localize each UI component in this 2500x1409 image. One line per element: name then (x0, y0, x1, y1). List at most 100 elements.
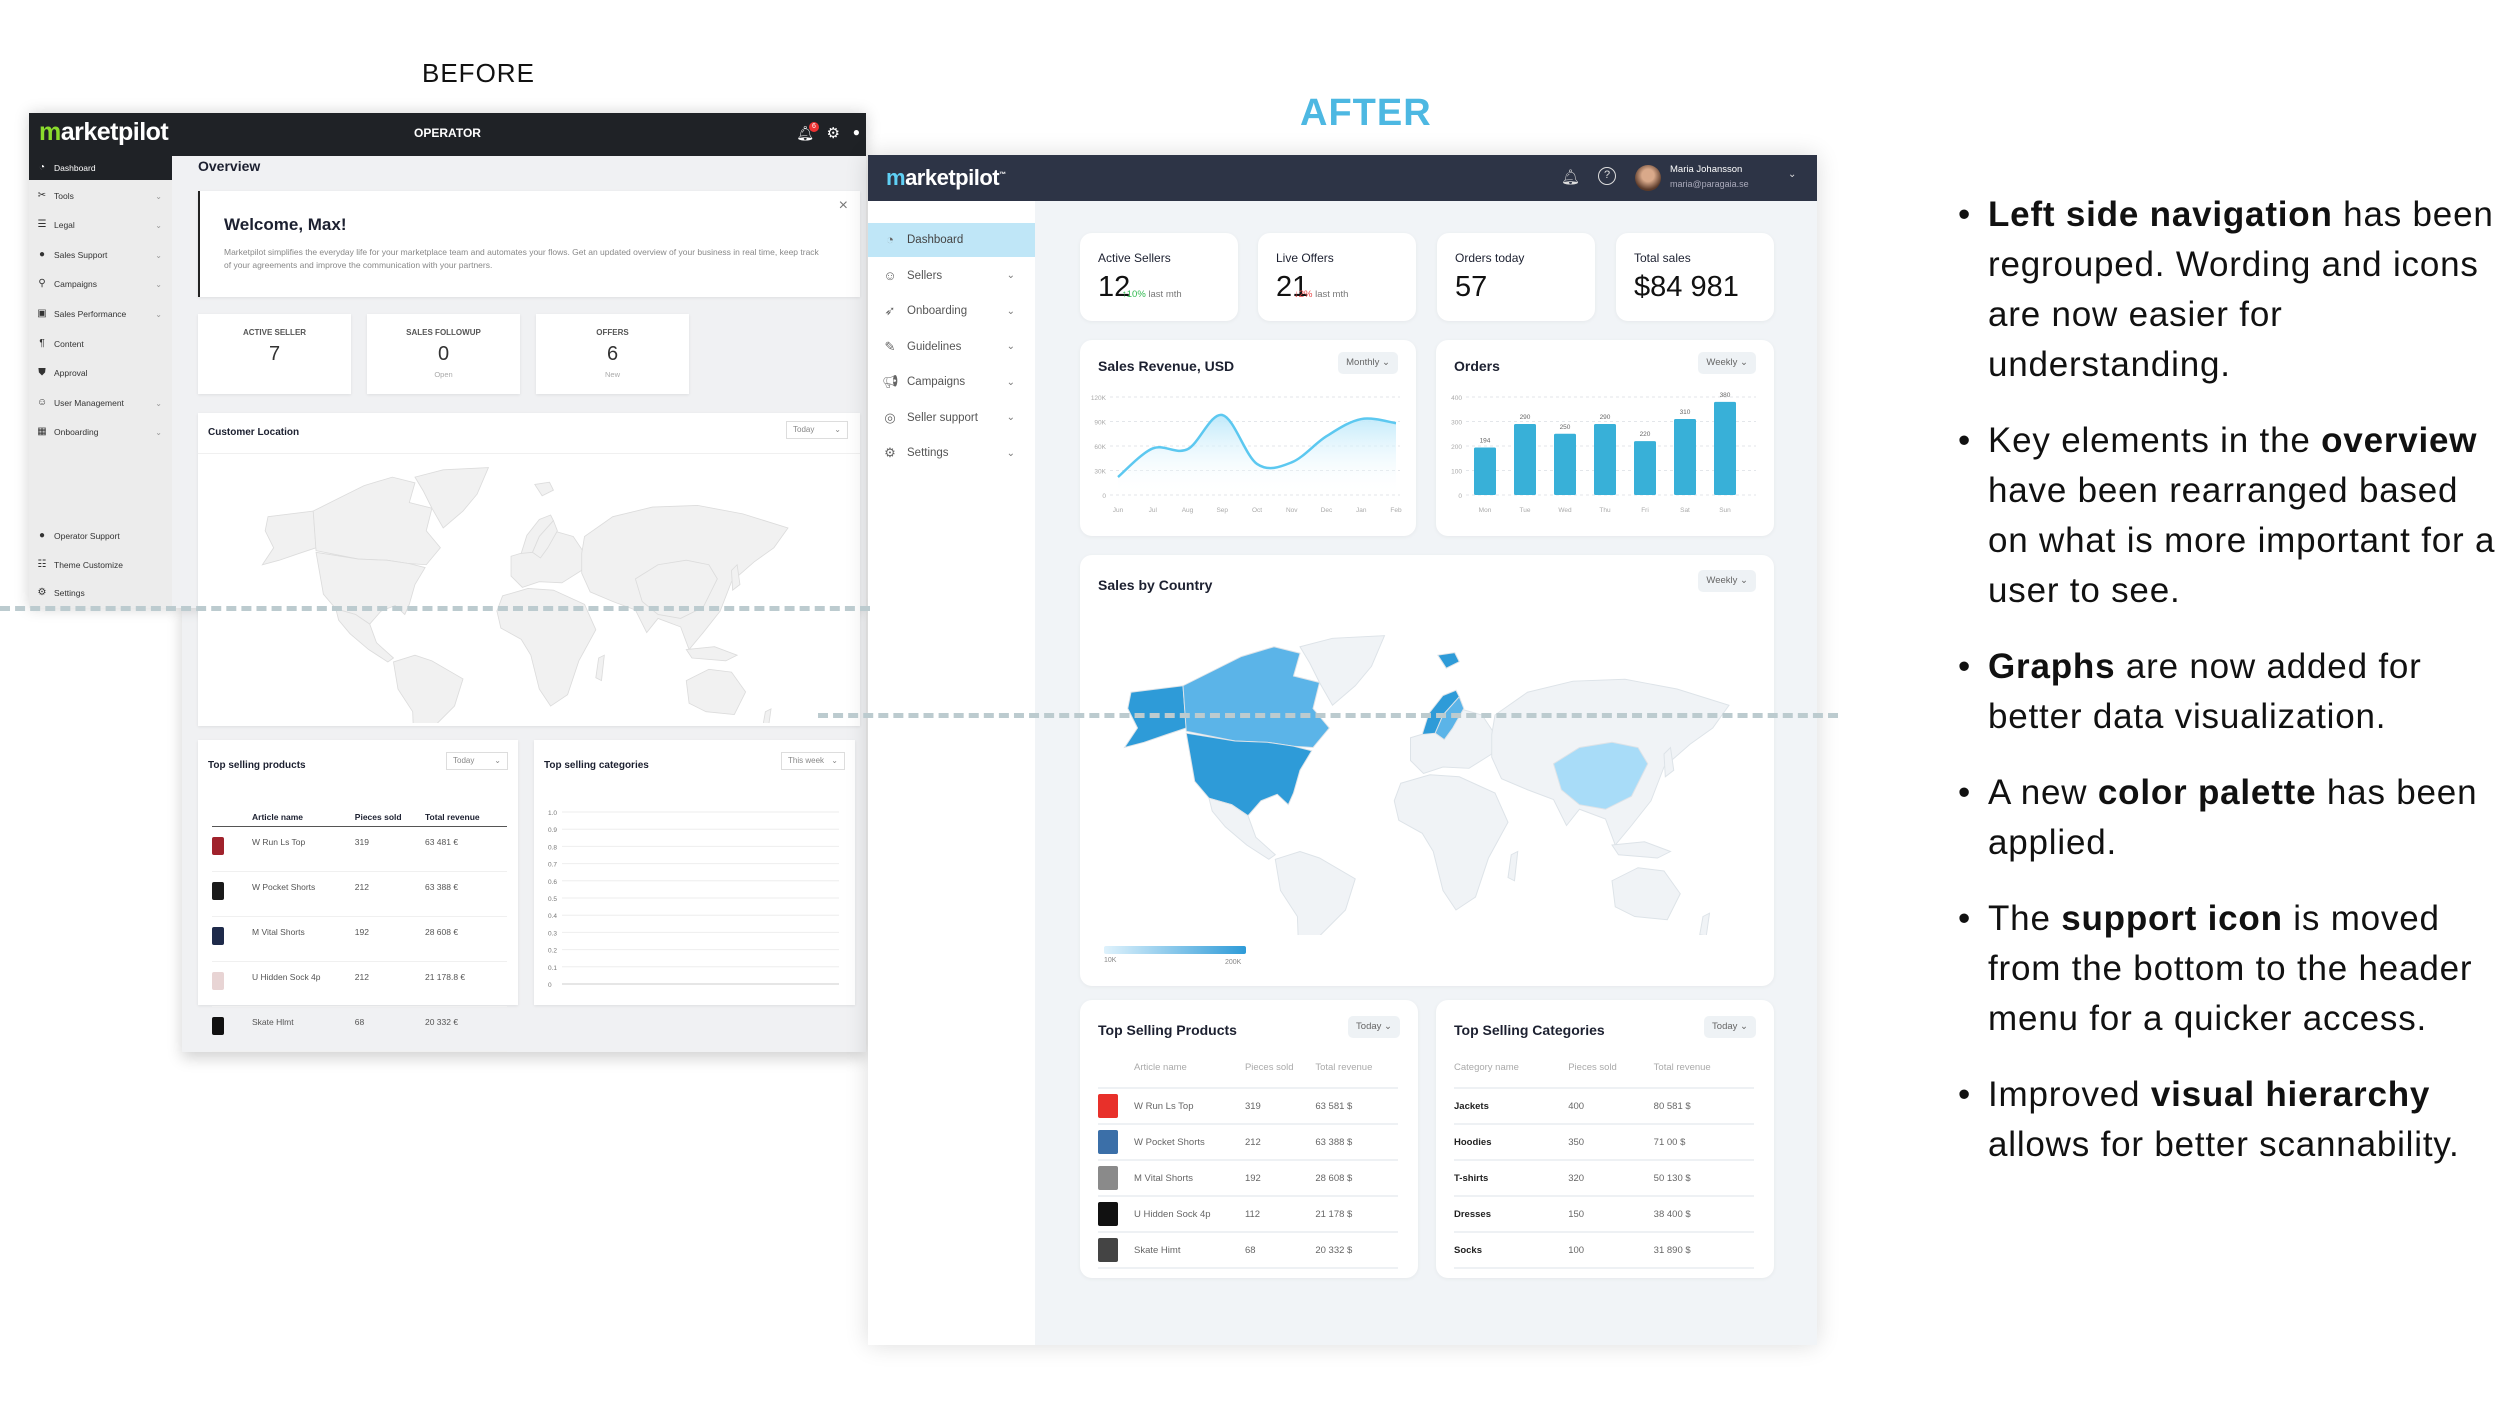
sidebar-item-sellers[interactable]: ☺ Sellers ⌄ (868, 259, 1035, 293)
sales-by-country-map[interactable] (1105, 625, 1755, 935)
sidebar-item-tools[interactable]: ✂ Tools ⌄ (29, 184, 172, 208)
data-point[interactable] (1252, 459, 1262, 469)
bar[interactable] (1594, 423, 1616, 495)
period-dropdown[interactable]: Today ⌄ (1704, 1016, 1756, 1038)
cell: 38 400 $ (1653, 1196, 1754, 1233)
bar[interactable] (1514, 423, 1536, 495)
map-region-australia[interactable] (1611, 867, 1681, 921)
period-dropdown[interactable]: Today ⌄ (1348, 1016, 1400, 1038)
map-region-indo[interactable] (1611, 841, 1672, 859)
table-row[interactable]: Socks 100 31 890 $ (1454, 1232, 1754, 1269)
cell: 212 (1244, 1124, 1316, 1161)
table-row[interactable]: W Pocket Shorts 212 63 388 € (212, 871, 507, 917)
sidebar-item-dashboard[interactable]: ◔ Dashboard (29, 156, 172, 180)
sidebar-item-campaigns[interactable]: 📢︎ Campaigns ⌄ (868, 365, 1035, 399)
card-title: Top selling products (208, 760, 306, 771)
bar-value-label: 220 (1640, 431, 1651, 438)
data-point[interactable] (1148, 443, 1158, 453)
data-point[interactable] (1113, 472, 1123, 482)
kpi-title: Total sales (1634, 251, 1691, 265)
table-row[interactable]: Hoodies 350 71 00 $ (1454, 1124, 1754, 1161)
sidebar-item-guidelines[interactable]: ✎ Guidelines ⌄ (868, 330, 1035, 364)
sidebar-item-settings[interactable]: ⚙ Settings (29, 581, 172, 605)
table-row[interactable]: M Vital Shorts 192 28 608 € (212, 916, 507, 962)
data-point[interactable] (1287, 457, 1297, 467)
sidebar-item-sales-support[interactable]: ● Sales Support ⌄ (29, 243, 172, 267)
sidebar-item-user-management[interactable]: ☺ User Management ⌄ (29, 391, 172, 415)
stat-sub: New (604, 370, 620, 379)
bar-value-label: 290 (1600, 414, 1611, 421)
data-point[interactable] (1217, 410, 1227, 420)
table-row[interactable]: Dresses 150 38 400 $ (1454, 1196, 1754, 1233)
map-region-australia (685, 668, 747, 715)
date-filter-dropdown[interactable]: This week ⌄ (781, 752, 845, 770)
table-row[interactable]: U Hidden Sock 4p 212 21 178.8 € (212, 961, 507, 1007)
sidebar-item-onboarding[interactable]: ➶ Onboarding ⌄ (868, 294, 1035, 328)
bar[interactable] (1674, 419, 1696, 495)
sidebar-item-dashboard[interactable]: ◔ Dashboard (868, 223, 1035, 257)
period-dropdown[interactable]: Weekly ⌄ (1698, 352, 1756, 374)
data-point[interactable] (1322, 431, 1332, 441)
cell: Skate Hlmt (252, 1006, 355, 1052)
user-icon[interactable]: ● (853, 125, 860, 139)
sidebar-item-approval[interactable]: ⛊ Approval (29, 361, 172, 385)
card-title: Sales Revenue, USD (1098, 358, 1235, 374)
bullet-emphasis: visual hierarchy (2150, 1075, 2431, 1114)
bell-icon[interactable]: 🔔︎ 6 (796, 122, 819, 142)
data-point[interactable] (1183, 444, 1193, 454)
data-point[interactable] (1356, 414, 1366, 424)
sidebar-item-settings[interactable]: ⚙ Settings ⌄ (868, 436, 1035, 470)
sidebar-item-campaigns[interactable]: ⚲ Campaigns ⌄ (29, 272, 172, 296)
table-row[interactable]: Jackets 400 80 581 $ (1454, 1088, 1754, 1125)
y-tick-label: 0.3 (548, 930, 557, 937)
period-dropdown[interactable]: Weekly ⌄ (1698, 570, 1756, 592)
period-dropdown[interactable]: Monthly ⌄ (1338, 352, 1398, 374)
map-region-canada[interactable] (1182, 646, 1330, 749)
welcome-text: Marketpilot simplifies the everyday life… (224, 247, 819, 270)
sidebar-item-content[interactable]: ¶ Content (29, 332, 172, 356)
close-icon[interactable]: × (839, 197, 848, 215)
map-region-nz[interactable] (1699, 912, 1711, 935)
date-filter-dropdown[interactable]: Today ⌄ (786, 421, 848, 439)
date-filter-dropdown[interactable]: Today ⌄ (446, 752, 508, 770)
table-row[interactable]: Skate Himt 68 20 332 $ (1098, 1232, 1398, 1269)
bar[interactable] (1714, 401, 1736, 495)
bell-icon[interactable]: 🔔︎ (1561, 168, 1580, 186)
table-row[interactable]: W Run Ls Top 319 63 581 $ (1098, 1088, 1398, 1125)
map-region-samerica[interactable] (1274, 850, 1356, 936)
table-row[interactable]: W Pocket Shorts 212 63 388 $ (1098, 1124, 1398, 1161)
table-row[interactable]: U Hidden Sock 4p 112 21 178 $ (1098, 1196, 1398, 1233)
y-tick-label: 120K (1091, 395, 1107, 402)
map-region-madagascar[interactable] (1507, 850, 1519, 882)
top-selling-products-card: Top selling products Today ⌄ Article name… (198, 740, 518, 1052)
column-header: Pieces sold (1244, 1056, 1316, 1089)
bar[interactable] (1474, 447, 1496, 495)
sidebar-item-theme-customize[interactable]: ☷ Theme Customize (29, 553, 172, 577)
table-row[interactable]: Skate Hlmt 68 20 332 € (212, 1006, 507, 1052)
cell: 112 (1244, 1196, 1316, 1233)
cell: 100 (1568, 1232, 1654, 1269)
x-tick-label: Oct (1252, 507, 1262, 514)
sidebar-item-onboarding[interactable]: ▦ Onboarding ⌄ (29, 420, 172, 444)
gear-icon[interactable]: ⚙ (827, 124, 840, 142)
chevron-down-icon[interactable]: ⌄ (1788, 169, 1796, 180)
sidebar-item-sales-performance[interactable]: ▣ Sales Performance ⌄ (29, 302, 172, 326)
table-row[interactable]: M Vital Shorts 192 28 608 $ (1098, 1160, 1398, 1197)
map-region-svalbard[interactable] (1436, 652, 1460, 669)
bar[interactable] (1634, 441, 1656, 495)
products-table: Article name Pieces sold Total revenue W Ru… (1098, 1056, 1398, 1269)
users-icon: ☺ (883, 267, 897, 283)
table-row[interactable]: T-shirts 320 50 130 $ (1454, 1160, 1754, 1197)
bar[interactable] (1554, 433, 1576, 495)
table-row[interactable]: W Run Ls Top 319 63 481 € (212, 826, 507, 872)
cell: 150 (1568, 1196, 1654, 1233)
help-support-icon[interactable]: ? (1598, 167, 1616, 185)
avatar[interactable] (1635, 165, 1661, 191)
map-region-africa[interactable] (1393, 774, 1509, 911)
cell: 68 (1244, 1232, 1316, 1269)
sidebar-item-seller-support[interactable]: ◎ Seller support ⌄ (868, 401, 1035, 435)
sidebar-item-legal[interactable]: ☰ Legal ⌄ (29, 213, 172, 237)
chevron-down-icon: ⌄ (1006, 412, 1015, 423)
data-point[interactable] (1391, 418, 1401, 428)
sidebar-item-operator-support[interactable]: ● Operator Support (29, 524, 172, 548)
